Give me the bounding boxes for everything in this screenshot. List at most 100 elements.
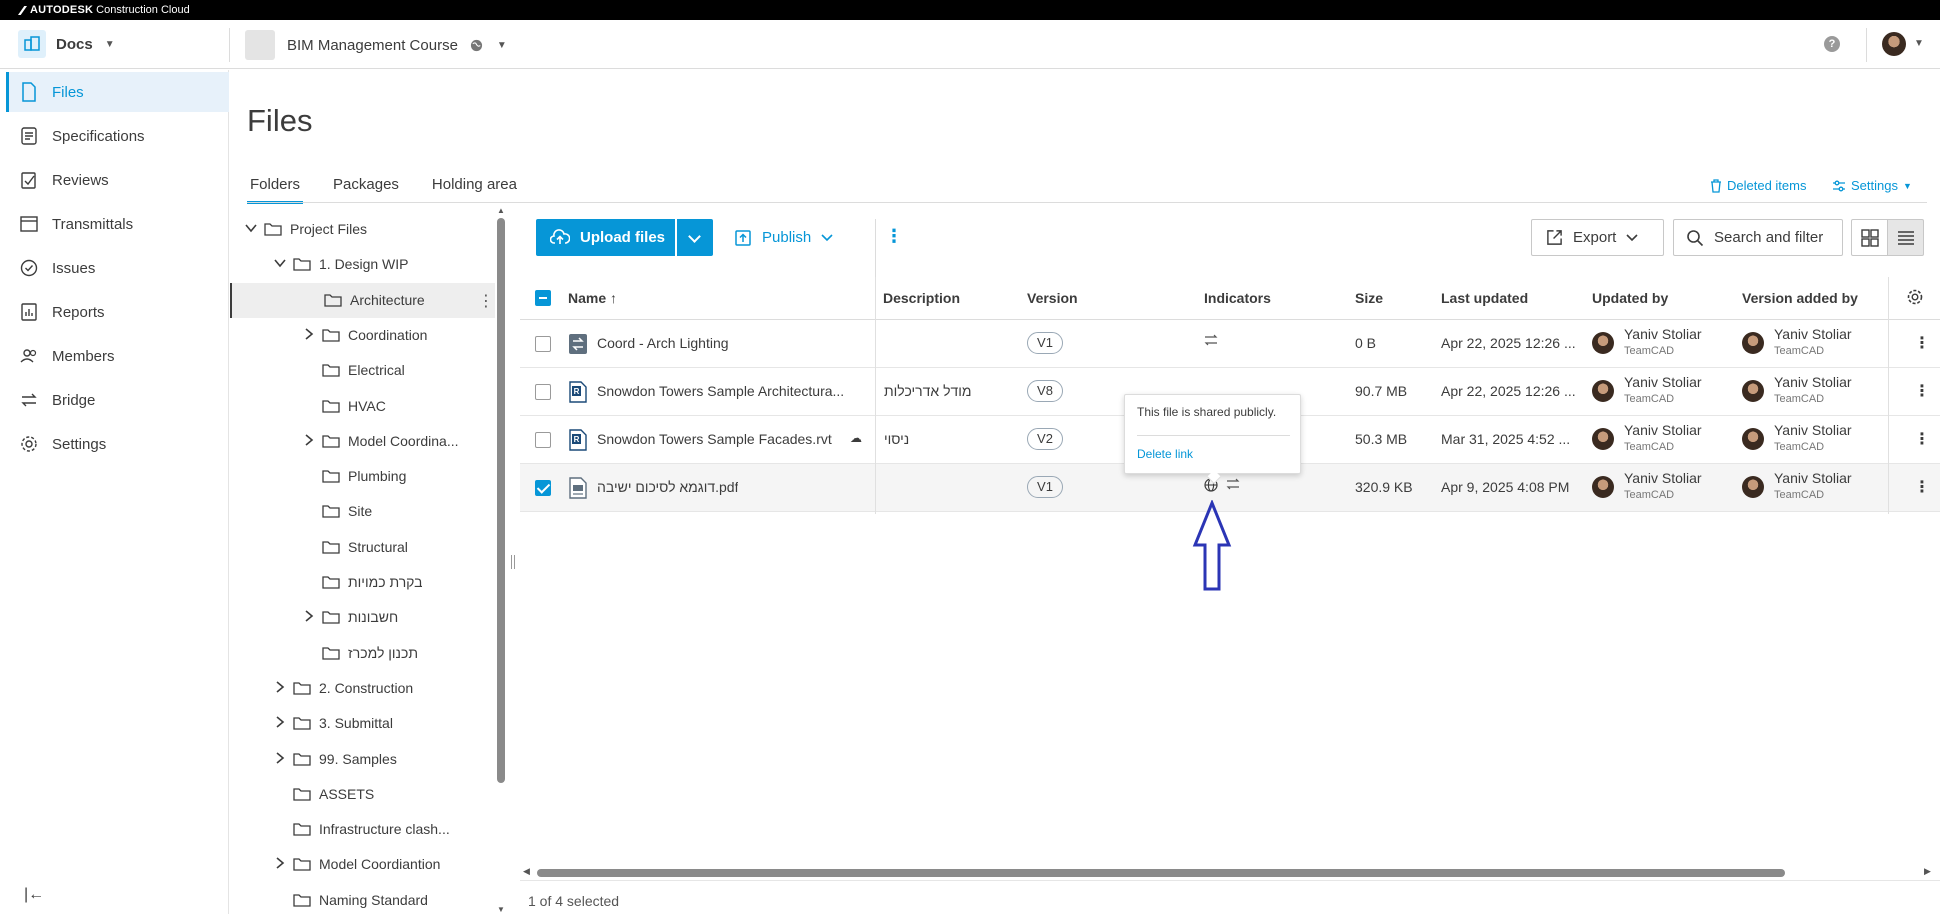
column-name[interactable]: Name ↑: [568, 290, 617, 306]
version-badge[interactable]: V1: [1027, 332, 1063, 354]
version-badge[interactable]: V2: [1027, 428, 1063, 450]
search-and-filter-button[interactable]: Search and filter: [1673, 219, 1843, 256]
tree-item[interactable]: 3. Submittal: [230, 706, 495, 741]
linked-file-indicator-icon[interactable]: [1204, 334, 1218, 349]
column-updated-by[interactable]: Updated by: [1592, 290, 1668, 306]
tree-item[interactable]: Model Coordina...: [230, 424, 495, 459]
folder-more-icon[interactable]: ⋮: [478, 291, 494, 311]
chevron-down-icon[interactable]: [273, 256, 287, 272]
tree-item[interactable]: HVAC: [230, 389, 495, 424]
chevron-right-icon[interactable]: [302, 327, 316, 343]
nav-item-members[interactable]: Members: [6, 336, 229, 376]
row-more-icon[interactable]: ⋮: [1914, 381, 1930, 401]
chevron-right-icon[interactable]: [273, 715, 287, 731]
tab-packages[interactable]: Packages: [330, 172, 402, 204]
description-cell[interactable]: מודל אדריכלות: [884, 383, 972, 399]
chevron-right-icon[interactable]: [273, 856, 287, 872]
scroll-right-icon[interactable]: ▶: [1924, 866, 1931, 877]
tab-folders[interactable]: Folders: [247, 172, 304, 204]
row-checkbox[interactable]: [535, 432, 551, 448]
file-name-link[interactable]: Snowdon Towers Sample Facades.rvt: [597, 431, 832, 447]
upload-files-button[interactable]: Upload files: [536, 219, 675, 256]
column-description[interactable]: Description: [883, 290, 960, 306]
row-checkbox[interactable]: [535, 336, 551, 352]
nav-item-label: Files: [52, 83, 84, 101]
nav-item-specifications[interactable]: Specifications: [6, 116, 229, 156]
tab-holding-area[interactable]: Holding area: [429, 172, 520, 204]
nav-item-settings[interactable]: Settings: [6, 424, 229, 464]
chevron-down-icon[interactable]: [244, 221, 258, 237]
column-settings-gear-icon[interactable]: [1906, 288, 1924, 306]
column-size[interactable]: Size: [1355, 290, 1383, 306]
tree-item[interactable]: 2. Construction: [230, 671, 495, 706]
tree-item[interactable]: 99. Samples: [230, 742, 495, 777]
row-more-icon[interactable]: ⋮: [1914, 333, 1930, 353]
app-switcher[interactable]: Docs ▼: [18, 30, 115, 58]
nav-item-files[interactable]: Files: [6, 72, 229, 112]
row-checkbox[interactable]: [535, 480, 551, 496]
column-indicators[interactable]: Indicators: [1204, 290, 1271, 306]
file-name-link[interactable]: Snowdon Towers Sample Architectura...: [597, 383, 844, 399]
tree-item[interactable]: Infrastructure clash...: [230, 812, 495, 847]
tree-item[interactable]: ASSETS: [230, 777, 495, 812]
project-switcher[interactable]: BIM Management Course ▼: [245, 30, 507, 60]
chevron-right-icon[interactable]: [273, 680, 287, 696]
column-version-added-by[interactable]: Version added by: [1742, 290, 1858, 306]
tree-item[interactable]: Coordination: [230, 318, 495, 353]
tree-item[interactable]: בקרת כמויות: [230, 565, 495, 600]
tree-item[interactable]: Model Coordiantion: [230, 847, 495, 882]
row-more-icon[interactable]: ⋮: [1914, 429, 1930, 449]
file-name-link[interactable]: Coord - Arch Lighting: [597, 335, 729, 351]
chevron-right-icon[interactable]: [302, 433, 316, 449]
table-horizontal-scrollbar[interactable]: [537, 869, 1785, 877]
version-badge[interactable]: V1: [1027, 476, 1063, 498]
nav-item-bridge[interactable]: Bridge: [6, 380, 229, 420]
scroll-down-icon[interactable]: ▼: [497, 905, 505, 914]
file-name-link[interactable]: דוגמא לסיכום ישיבה.pdf: [597, 479, 738, 495]
publish-button[interactable]: Publish: [734, 219, 833, 256]
table-row[interactable]: Coord - Arch Lighting V1 0 B Apr 22, 2025 1…: [520, 320, 1940, 368]
column-version[interactable]: Version: [1027, 290, 1078, 306]
linked-file-indicator-icon[interactable]: [1226, 478, 1240, 493]
more-actions-icon[interactable]: ⋮: [885, 226, 903, 247]
tree-item[interactable]: תכנון למכרז: [230, 636, 495, 671]
column-last-updated[interactable]: Last updated: [1441, 290, 1528, 306]
row-checkbox[interactable]: [535, 384, 551, 400]
row-more-icon[interactable]: ⋮: [1914, 477, 1930, 497]
version-badge[interactable]: V8: [1027, 380, 1063, 402]
scroll-up-icon[interactable]: ▲: [497, 206, 505, 215]
scroll-left-icon[interactable]: ◀: [523, 866, 530, 877]
tree-item[interactable]: Project Files: [230, 212, 495, 247]
help-icon[interactable]: ?: [1824, 36, 1840, 52]
select-all-checkbox[interactable]: [535, 290, 551, 306]
user-avatar[interactable]: [1882, 32, 1906, 56]
issues-icon: [20, 259, 38, 277]
upload-options-button[interactable]: [677, 219, 713, 256]
description-cell[interactable]: ניסוי: [884, 431, 909, 447]
nav-item-reports[interactable]: Reports: [6, 292, 229, 332]
nav-item-issues[interactable]: Issues: [6, 248, 229, 288]
tree-item[interactable]: Plumbing: [230, 459, 495, 494]
tree-item[interactable]: Architecture ⋮: [230, 282, 495, 318]
nav-item-transmittals[interactable]: Transmittals: [6, 204, 229, 244]
tree-item[interactable]: חשבונות: [230, 600, 495, 635]
chevron-down-icon[interactable]: ▼: [1914, 38, 1924, 49]
settings-dropdown[interactable]: Settings ▼: [1832, 178, 1912, 193]
tree-item[interactable]: Site: [230, 494, 495, 529]
tree-scrollbar[interactable]: [497, 218, 505, 783]
nav-item-reviews[interactable]: Reviews: [6, 160, 229, 200]
bridge-icon: [21, 393, 37, 407]
collapse-nav-icon[interactable]: |←: [24, 886, 44, 904]
export-button[interactable]: Export: [1531, 219, 1664, 256]
grid-view-button[interactable]: [1851, 219, 1888, 256]
chevron-right-icon[interactable]: [302, 609, 316, 625]
deleted-items-link[interactable]: Deleted items: [1710, 178, 1806, 193]
list-view-button[interactable]: [1887, 219, 1924, 256]
panel-resize-handle[interactable]: [511, 555, 515, 569]
chevron-right-icon[interactable]: [273, 751, 287, 767]
tree-item[interactable]: 1. Design WIP: [230, 247, 495, 282]
tree-item[interactable]: Structural: [230, 530, 495, 565]
tree-item[interactable]: Electrical: [230, 353, 495, 388]
tree-item[interactable]: Naming Standard: [230, 883, 495, 914]
delete-link-button[interactable]: Delete link: [1137, 447, 1193, 461]
